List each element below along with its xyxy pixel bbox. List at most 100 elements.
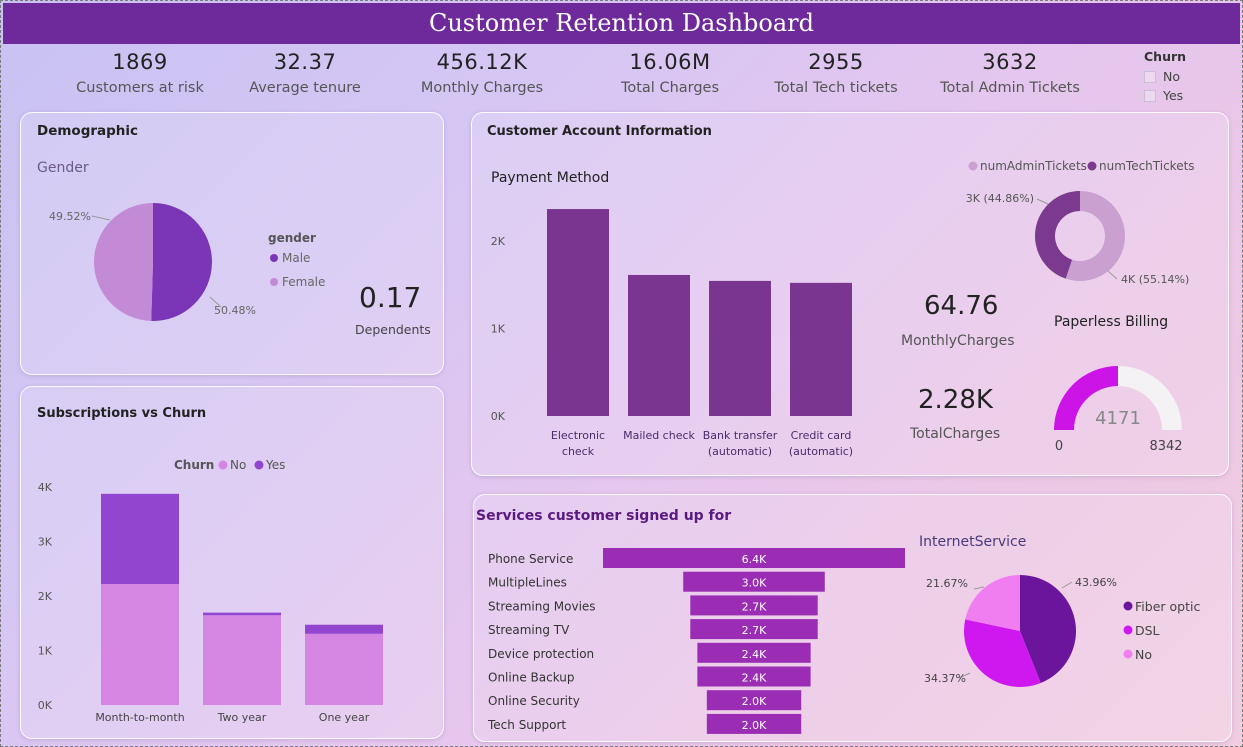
funnel-category-label: Online Security bbox=[488, 694, 580, 708]
kpi-label: Total Charges bbox=[620, 80, 720, 96]
kpi-value: 1869 bbox=[112, 50, 168, 74]
subscriptions-churn-card: Subscriptions vs Churn Churn No Yes 0K 1K… bbox=[20, 386, 444, 739]
legend-label-male: Male bbox=[282, 251, 310, 265]
data-label-fiber: 43.96% bbox=[1075, 576, 1117, 589]
legend-label-dsl: DSL bbox=[1135, 623, 1160, 638]
avg-monthly-charges-label: MonthlyCharges bbox=[901, 333, 1015, 349]
legend-marker-no-internet bbox=[1123, 649, 1133, 659]
funnel-category-label: Streaming TV bbox=[488, 623, 570, 637]
kpi-value: 3632 bbox=[982, 50, 1038, 74]
legend-marker-female bbox=[270, 278, 278, 286]
dependents-label: Dependents bbox=[355, 322, 431, 337]
stacked-bar-segment-yes bbox=[305, 624, 383, 634]
avg-total-charges-label: TotalCharges bbox=[910, 426, 1001, 442]
y-tick-label: 0K bbox=[38, 699, 53, 712]
x-tick-label: (automatic) bbox=[708, 445, 772, 458]
gauge-value-label: 4171 bbox=[1095, 408, 1141, 429]
funnel-category-label: Phone Service bbox=[488, 552, 573, 566]
legend-label-no: No bbox=[230, 458, 246, 472]
funnel-data-label: 2.4K bbox=[742, 648, 767, 661]
checkbox[interactable] bbox=[1144, 89, 1156, 102]
internet-chart-title: InternetService bbox=[919, 534, 1026, 550]
data-label-dsl: 34.37% bbox=[924, 672, 966, 685]
pie-slice-female bbox=[93, 203, 153, 321]
x-tick-label: check bbox=[562, 445, 595, 458]
kpi-monthly-charges: 456.12K Monthly Charges bbox=[392, 50, 572, 96]
data-label-admin: 4K (55.14%) bbox=[1121, 273, 1189, 286]
legend-label-yes: Yes bbox=[265, 458, 285, 472]
legend-marker-yes bbox=[254, 460, 264, 470]
checkbox[interactable] bbox=[1144, 70, 1156, 83]
subscriptions-stacked-bar-chart: Churn No Yes 0K 1K 2K 3K 4K Month-to-month Two… bbox=[38, 458, 383, 724]
leader-line bbox=[973, 586, 985, 590]
funnel-category-label: MultipleLines bbox=[488, 576, 567, 590]
kpi-value: 2955 bbox=[808, 50, 864, 74]
funnel-data-label: 3.0K bbox=[742, 577, 767, 590]
kpi-label: Total Admin Tickets bbox=[940, 80, 1080, 96]
kpi-label: Total Tech tickets bbox=[774, 80, 898, 96]
paperless-billing-title: Paperless Billing bbox=[1054, 314, 1169, 330]
legend-marker-dsl bbox=[1123, 625, 1133, 635]
y-tick-label: 2K bbox=[491, 235, 506, 248]
stacked-bar-segment-yes bbox=[101, 493, 179, 585]
churn-option-yes[interactable]: Yes bbox=[1144, 86, 1186, 105]
payment-bar bbox=[547, 209, 609, 416]
data-label-no: 21.67% bbox=[926, 577, 968, 590]
leader-line bbox=[91, 215, 111, 221]
kpi-total-admin-tickets: 3632 Total Admin Tickets bbox=[920, 50, 1100, 96]
gauge-max-label: 8342 bbox=[1149, 439, 1182, 454]
legend-label-female: Female bbox=[282, 275, 325, 289]
x-tick-label: Two year bbox=[217, 711, 267, 724]
payment-bar bbox=[628, 274, 690, 416]
funnel-data-label: 2.0K bbox=[742, 719, 767, 732]
account-charts: 0K 1K 2K Electronic check Mailed check Bank tr… bbox=[491, 159, 1195, 458]
avg-monthly-charges-value: 64.76 bbox=[924, 291, 999, 321]
leader-line bbox=[1036, 198, 1049, 205]
churn-option-label: Yes bbox=[1163, 88, 1184, 103]
payment-method-bar-chart: 0K 1K 2K Electronic check Mailed check Bank tr… bbox=[491, 209, 853, 458]
kpi-label: Customers at risk bbox=[76, 80, 204, 96]
gender-legend-title: gender bbox=[268, 231, 316, 245]
pie-slice-male bbox=[151, 203, 212, 321]
kpi-label: Monthly Charges bbox=[420, 80, 544, 96]
kpi-total-charges: 16.06M Total Charges bbox=[580, 50, 760, 96]
funnel-data-label: 2.7K bbox=[742, 600, 767, 613]
gauge-min-label: 0 bbox=[1055, 439, 1063, 454]
stacked-bar-segment-no bbox=[305, 633, 383, 705]
y-tick-label: 1K bbox=[491, 323, 506, 336]
payment-bar bbox=[790, 282, 852, 416]
funnel-data-label: 6.4K bbox=[742, 553, 767, 566]
kpi-total-tech-tickets: 2955 Total Tech tickets bbox=[746, 50, 926, 96]
funnel-data-label: 2.4K bbox=[742, 672, 767, 685]
kpi-label: Average tenure bbox=[249, 80, 361, 96]
churn-option-no[interactable]: No bbox=[1144, 67, 1186, 86]
y-tick-label: 1K bbox=[38, 645, 53, 658]
x-tick-label: Credit card bbox=[791, 429, 852, 442]
x-tick-label: Month-to-month bbox=[95, 711, 184, 724]
services-funnel-chart: Phone Service 6.4K MultipleLines 3.0K Stream… bbox=[487, 534, 1200, 734]
funnel-data-label: 2.7K bbox=[742, 624, 767, 637]
stacked-bar-segment-yes bbox=[203, 612, 281, 616]
dashboard-title: Customer Retention Dashboard bbox=[3, 3, 1240, 44]
churn-legend-title: Churn bbox=[174, 458, 214, 472]
legend-label-no-internet: No bbox=[1135, 647, 1152, 662]
demographic-card: Demographic Gender 50.48% 49.52% gender M… bbox=[20, 112, 444, 375]
avg-total-charges-value: 2.28K bbox=[918, 385, 993, 415]
funnel-data-label: 2.0K bbox=[742, 695, 767, 708]
leader-line bbox=[1107, 270, 1118, 280]
legend-label-fiber: Fiber optic bbox=[1135, 599, 1200, 614]
legend-marker-admin bbox=[968, 161, 978, 171]
kpi-value: 16.06M bbox=[629, 50, 711, 74]
legend-label-tech: numTechTickets bbox=[1099, 159, 1195, 173]
paperless-gauge: 4171 0 8342 bbox=[1054, 366, 1183, 454]
churn-slicer: Churn No Yes bbox=[1144, 49, 1186, 105]
legend-label-admin: numAdminTickets bbox=[980, 159, 1087, 173]
churn-option-label: No bbox=[1163, 69, 1180, 84]
data-label-male: 50.48% bbox=[214, 304, 256, 317]
x-tick-label: Bank transfer bbox=[703, 429, 778, 442]
data-label-female: 49.52% bbox=[49, 210, 91, 223]
kpi-value: 456.12K bbox=[436, 50, 528, 74]
leader-line bbox=[1061, 581, 1073, 589]
x-tick-label: One year bbox=[319, 711, 370, 724]
kpi-value: 32.37 bbox=[273, 50, 337, 74]
